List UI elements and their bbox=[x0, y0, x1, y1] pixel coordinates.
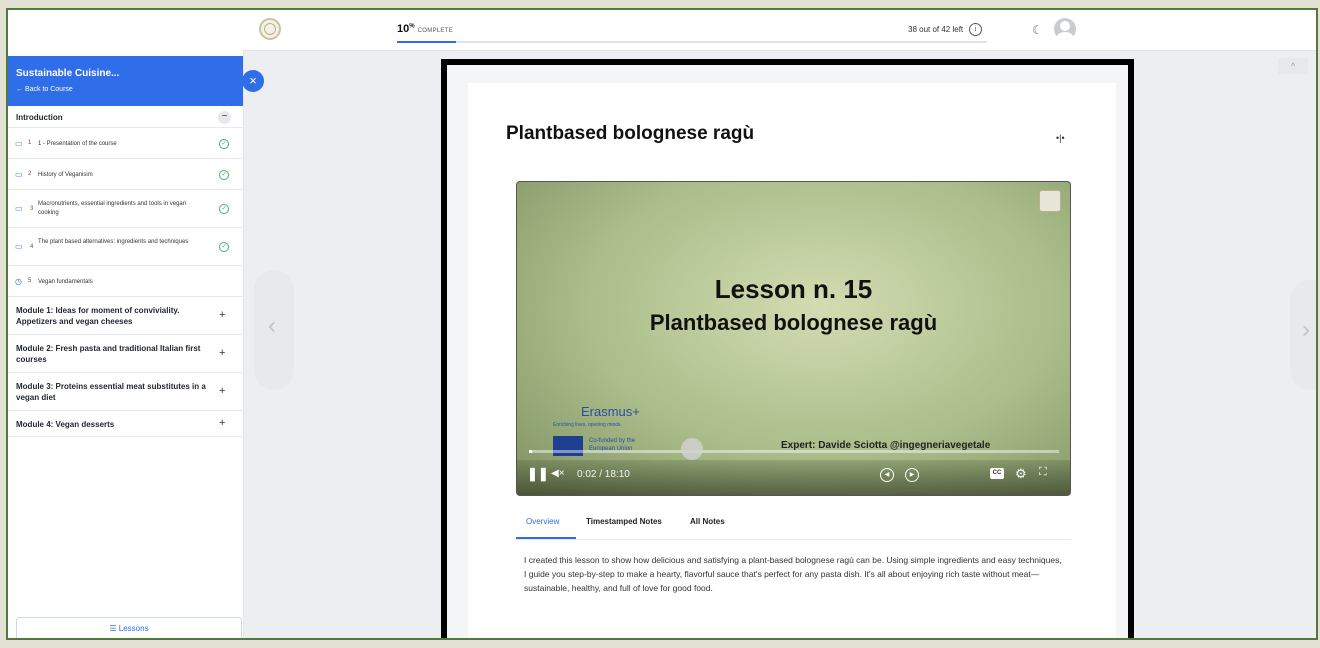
tab-timestamped-notes[interactable]: Timestamped Notes bbox=[586, 517, 662, 526]
course-sidebar: Sustainable Cuisine... ← Back to Course … bbox=[8, 50, 244, 638]
video-icon: ▭ bbox=[15, 170, 23, 179]
previous-lesson-button[interactable]: ‹ bbox=[254, 270, 294, 390]
chevron-right-icon: › bbox=[1302, 316, 1310, 343]
lesson-number: 1 bbox=[28, 140, 32, 146]
progress-value: 10 bbox=[397, 23, 410, 35]
video-icon: ▭ bbox=[15, 139, 23, 148]
avatar[interactable] bbox=[1054, 18, 1076, 40]
quiz-icon: ◷ bbox=[15, 277, 22, 286]
completed-check-icon: ✓ bbox=[219, 204, 229, 214]
course-logo[interactable] bbox=[259, 18, 281, 40]
module-section[interactable]: Module 1: Ideas for moment of conviviali… bbox=[8, 297, 243, 335]
module-section[interactable]: Module 3: Proteins essential meat substi… bbox=[8, 373, 243, 411]
scroll-up-button[interactable]: ^ bbox=[1278, 58, 1308, 74]
progress-unit: % bbox=[409, 23, 415, 30]
lesson-label: The plant based alternatives: ingredient… bbox=[38, 239, 189, 245]
module-label: Module 3: Proteins essential meat substi… bbox=[16, 382, 206, 402]
progress-complete-label: COMPLETE bbox=[417, 28, 453, 34]
video-title-line1: Lesson n. 15 bbox=[714, 274, 873, 304]
module-section[interactable]: Module 4: Vegan desserts + bbox=[8, 411, 243, 437]
progress-bar bbox=[397, 41, 987, 43]
lesson-number: 2 bbox=[28, 171, 32, 177]
eu-flag-icon bbox=[553, 436, 583, 456]
captions-icon[interactable]: CC bbox=[990, 468, 1004, 479]
mute-icon[interactable]: ◀× bbox=[551, 468, 565, 479]
section-label: Introduction bbox=[16, 113, 63, 122]
lesson-label: History of Veganisim bbox=[38, 172, 93, 178]
video-icon: ▭ bbox=[15, 204, 23, 213]
expand-icon[interactable]: + bbox=[219, 347, 225, 359]
course-title: Sustainable Cuisine... bbox=[16, 68, 120, 79]
lesson-item[interactable]: ▭ 4 The plant based alternatives: ingred… bbox=[8, 228, 243, 266]
completed-check-icon: ✓ bbox=[219, 170, 229, 180]
erasmus-tagline: Enriching lives, opening minds. bbox=[553, 422, 622, 428]
close-sidebar-icon[interactable]: × bbox=[242, 70, 264, 92]
top-bar: 10%COMPLETE 38 out of 42 left i ☾ bbox=[8, 10, 1316, 51]
lesson-item[interactable]: ▭ 2 History of Veganisim ✓ bbox=[8, 159, 243, 190]
erasmus-logo-text: Erasmus+ bbox=[581, 404, 640, 419]
dark-mode-icon[interactable]: ☾ bbox=[1032, 23, 1043, 37]
video-controls: ❚❚ ◀× 0:02 / 18:10 ◀ ▶ CC ⚙ ⛶ bbox=[517, 460, 1070, 495]
sidebar-header: Sustainable Cuisine... ← Back to Course bbox=[8, 56, 243, 106]
chevron-left-icon: ‹ bbox=[268, 312, 276, 339]
progress-label: 10%COMPLETE bbox=[397, 23, 453, 35]
expand-icon[interactable]: + bbox=[219, 417, 225, 429]
video-watermark-logo bbox=[1039, 190, 1061, 212]
page-title: Plantbased bolognese ragù bbox=[506, 123, 755, 144]
video-time: 0:02 / 18:10 bbox=[577, 469, 630, 480]
active-tab-indicator bbox=[516, 537, 576, 539]
next-lesson-button[interactable]: › bbox=[1290, 280, 1316, 390]
module-label: Module 1: Ideas for moment of conviviali… bbox=[16, 306, 180, 326]
video-title-line2: Plantbased bolognese ragù bbox=[649, 310, 938, 335]
video-scrubber-handle[interactable] bbox=[681, 438, 703, 460]
lesson-content-frame: Plantbased bolognese ragù •|• Lesson n. … bbox=[441, 59, 1134, 638]
pause-icon[interactable]: ❚❚ bbox=[527, 466, 549, 482]
module-label: Module 4: Vegan desserts bbox=[16, 420, 115, 429]
expand-icon[interactable]: + bbox=[219, 385, 225, 397]
collapse-icon[interactable]: − bbox=[218, 111, 231, 124]
lessons-remaining: 38 out of 42 left bbox=[908, 25, 964, 34]
section-introduction[interactable]: Introduction − bbox=[8, 106, 243, 128]
lesson-number: 4 bbox=[30, 244, 34, 250]
app-window: 10%COMPLETE 38 out of 42 left i ☾ Sustai… bbox=[6, 8, 1318, 640]
video-progress-bar[interactable] bbox=[529, 450, 1059, 453]
expand-width-icon[interactable]: •|• bbox=[1056, 133, 1065, 143]
back-to-course-link[interactable]: ← Back to Course bbox=[16, 86, 73, 93]
lessons-button[interactable]: ☰ Lessons bbox=[16, 617, 242, 638]
lesson-item[interactable]: ◷ 5 Vegan fundamentals bbox=[8, 266, 243, 297]
lesson-item[interactable]: ▭ 3 Macronutrients, essential ingredient… bbox=[8, 190, 243, 228]
lesson-number: 5 bbox=[28, 278, 32, 284]
lesson-card: Plantbased bolognese ragù •|• Lesson n. … bbox=[468, 83, 1116, 638]
lesson-label: Macronutrients, essential ingredients an… bbox=[38, 201, 187, 216]
settings-icon[interactable]: ⚙ bbox=[1015, 466, 1027, 482]
completed-check-icon: ✓ bbox=[219, 139, 229, 149]
expand-icon[interactable]: + bbox=[219, 309, 225, 321]
module-label: Module 2: Fresh pasta and traditional It… bbox=[16, 344, 201, 364]
lesson-label: Vegan fundamentals bbox=[38, 279, 93, 285]
lesson-label: 1 - Presentation of the course bbox=[38, 141, 117, 147]
forward-icon[interactable]: ▶ bbox=[905, 468, 919, 482]
tab-all-notes[interactable]: All Notes bbox=[690, 517, 725, 526]
progress-bar-fill bbox=[397, 41, 456, 43]
video-player[interactable]: Lesson n. 15 Plantbased bolognese ragù E… bbox=[516, 181, 1071, 496]
lesson-number: 3 bbox=[30, 206, 34, 212]
lesson-description: I created this lesson to show how delici… bbox=[524, 555, 1062, 593]
video-progress-fill bbox=[529, 450, 532, 453]
video-icon: ▭ bbox=[15, 242, 23, 251]
lesson-tabs: Overview Timestamped Notes All Notes bbox=[516, 511, 1071, 540]
lesson-item[interactable]: ▭ 1 1 - Presentation of the course ✓ bbox=[8, 128, 243, 159]
module-section[interactable]: Module 2: Fresh pasta and traditional It… bbox=[8, 335, 243, 373]
rewind-icon[interactable]: ◀ bbox=[880, 468, 894, 482]
info-icon[interactable]: i bbox=[969, 23, 982, 36]
completed-check-icon: ✓ bbox=[219, 242, 229, 252]
fullscreen-icon[interactable]: ⛶ bbox=[1039, 466, 1047, 479]
tab-overview[interactable]: Overview bbox=[526, 517, 559, 526]
